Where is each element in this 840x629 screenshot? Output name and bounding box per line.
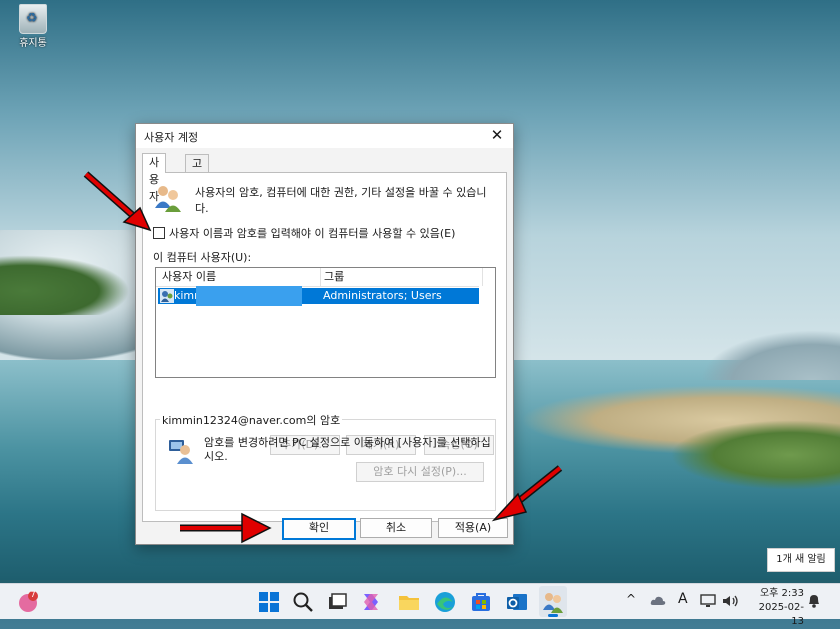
user-accounts-taskbar-button[interactable] [539,586,567,617]
column-header-group[interactable]: 그룹 [320,268,483,286]
users-listview[interactable]: 사용자 이름 그룹 kimm Administrators; Users [155,267,496,378]
user-accounts-icon [543,593,563,613]
tray-overflow-chevron[interactable]: ^ [626,592,636,606]
reset-password-button[interactable]: 암호 다시 설정(P)... [356,462,484,482]
password-groupbox: kimmin12324@naver.com의 암호 암호를 변경하려면 PC 설… [155,412,496,511]
start-icon[interactable] [257,590,281,614]
arrow-annotation-apply [491,465,563,522]
wallpaper-mountain [700,330,840,380]
active-indicator [548,614,558,617]
require-login-checkbox[interactable]: 사용자 이름과 암호를 입력해야 이 컴퓨터를 사용할 수 있음(E) [153,225,455,241]
checkbox-label: 사용자 이름과 암호를 입력해야 이 컴퓨터를 사용할 수 있음(E) [169,227,456,240]
password-group-title: kimmin12324@naver.com의 암호 [160,412,343,428]
clock[interactable]: 오후 2:33 2025-02-13 [748,587,804,629]
user-password-icon [169,440,193,464]
description-text: 사용자의 암호, 컴퓨터에 대한 권한, 기타 설정을 바꿀 수 있습니다. [195,186,487,215]
users-tab-panel: 사용자의 암호, 컴퓨터에 대한 권한, 기타 설정을 바꿀 수 있습니다. 사… [142,172,507,522]
tab-advanced[interactable]: 고급 [185,154,210,187]
copilot-icon[interactable] [359,590,383,614]
arrow-annotation-ok [180,512,272,544]
wallpaper-island [670,420,840,490]
dialog-title: 사용자 계정 [144,131,199,144]
store-icon[interactable] [469,590,493,614]
ok-button[interactable]: 확인 [282,518,356,540]
close-icon[interactable]: ✕ [487,125,507,145]
edge-icon[interactable] [433,590,457,614]
list-header: 사용자 이름 그룹 [156,268,483,287]
redaction-block [196,286,302,306]
new-notification-toast[interactable]: 1개 새 알림 [767,548,835,572]
wallpaper-grass [0,255,130,315]
ime-indicator[interactable]: A [678,591,688,607]
file-explorer-icon[interactable] [397,590,421,614]
recycle-bin-shortcut[interactable]: 휴지통 [8,4,58,49]
task-view-icon[interactable] [325,590,349,614]
clock-time: 오후 2:33 [759,588,804,599]
clock-date: 2025-02-13 [758,602,804,627]
outlook-icon[interactable] [505,590,529,614]
arrow-annotation-checkbox [83,171,152,232]
onedrive-icon[interactable] [650,594,666,608]
recycle-bin-label: 휴지통 [19,38,47,49]
row-group: Administrators; Users [323,289,442,302]
dialog-titlebar[interactable]: 사용자 계정 ✕ [136,124,513,148]
taskbar: 7 ^ A 오후 2:33 2025-02-13 [0,583,840,627]
search-icon[interactable] [291,590,315,614]
volume-icon[interactable] [722,594,740,608]
notification-bell-icon[interactable] [807,593,821,609]
widgets-badge: 7 [30,590,36,599]
cancel-button[interactable]: 취소 [360,518,432,538]
network-icon[interactable] [700,594,716,608]
tab-users[interactable]: 사용자 [142,153,167,203]
user-icon [160,289,174,303]
column-header-username[interactable]: 사용자 이름 [156,268,321,286]
users-list-label: 이 컴퓨터 사용자(U): [153,251,252,264]
user-accounts-dialog: 사용자 계정 ✕ 사용자 고급 사용자의 암호, 컴퓨터에 대한 권한, 기타 … [135,123,514,545]
password-group-text: 암호를 변경하려면 PC 설정으로 이동하여 [사용자]를 선택하십시오. [204,436,491,463]
table-row[interactable]: kimm Administrators; Users [158,286,479,306]
widgets-button[interactable]: 7 [16,590,40,614]
recycle-bin-icon [19,4,47,34]
widgets-icon [19,591,38,612]
